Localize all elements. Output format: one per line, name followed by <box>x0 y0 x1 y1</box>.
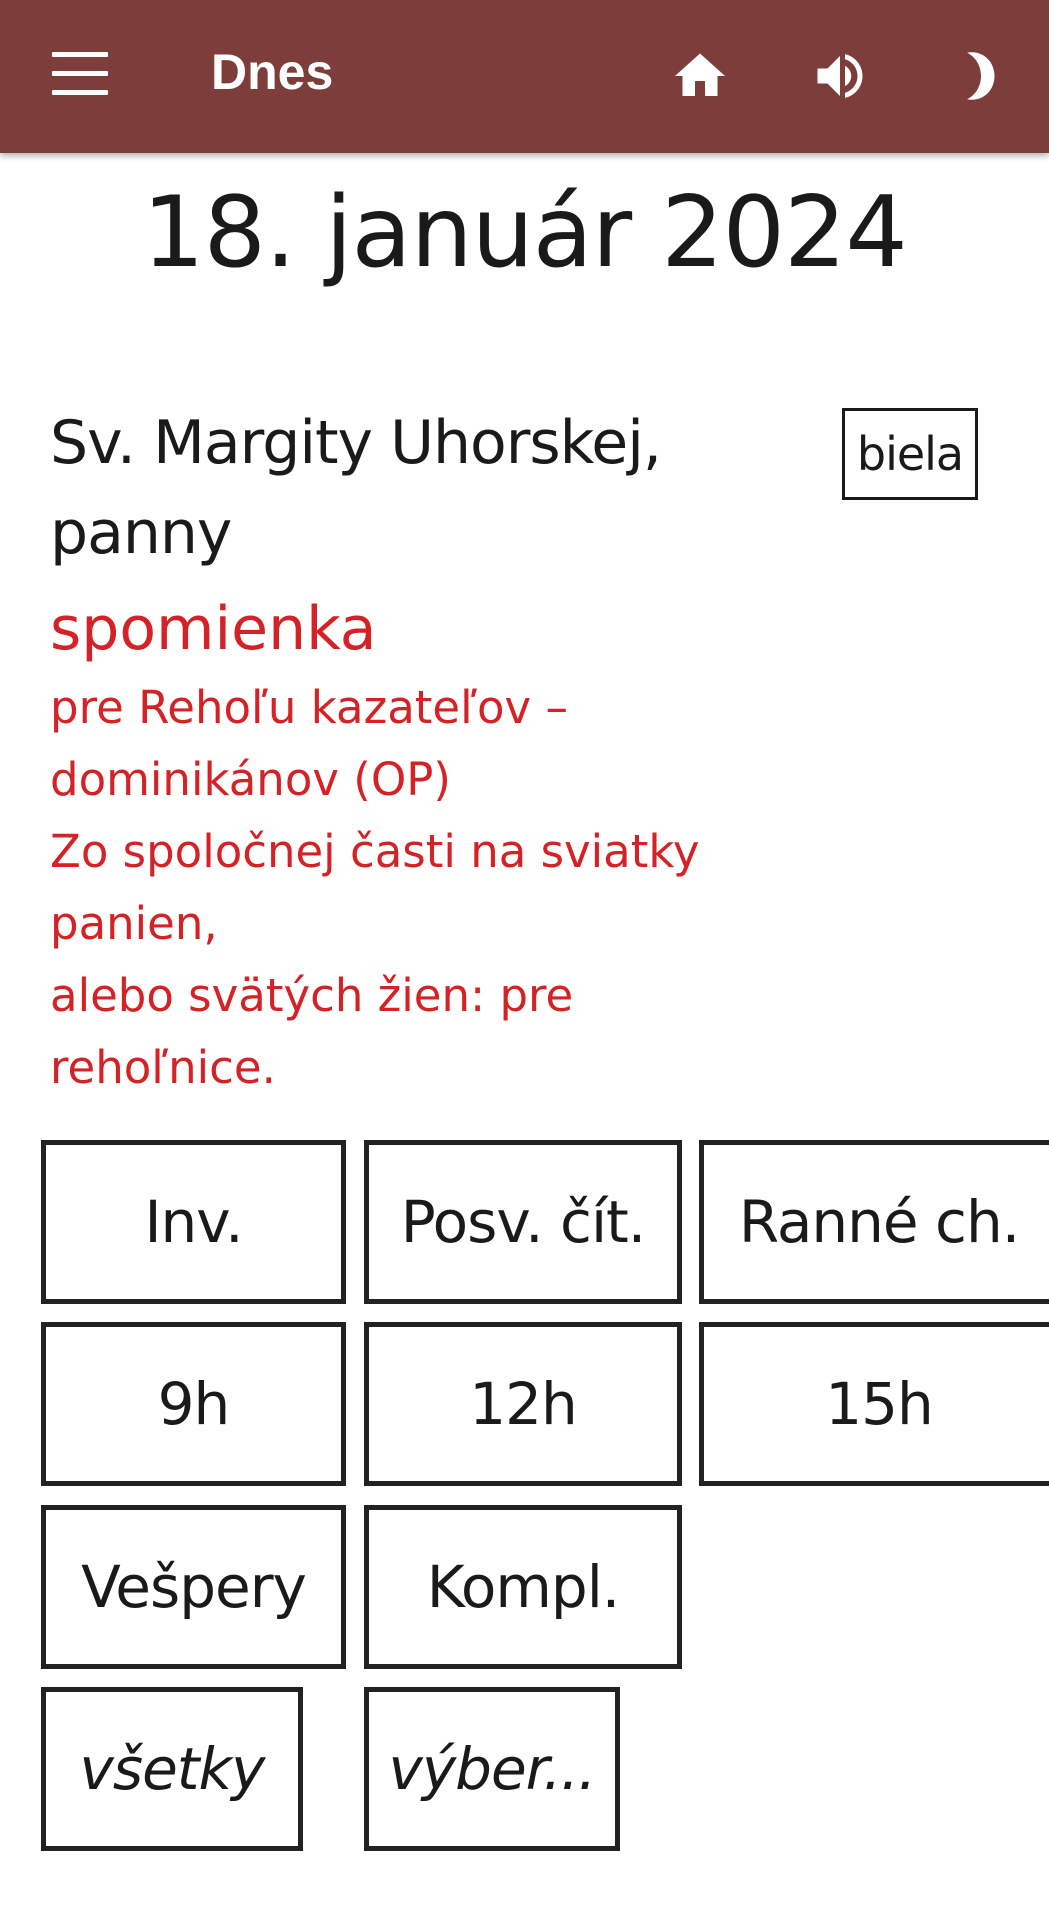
compline-button[interactable]: Kompl. <box>364 1505 682 1669</box>
liturgical-color-badge: biela <box>842 408 978 500</box>
all-hours-button[interactable]: všetky <box>41 1687 303 1851</box>
celebration-note: panien, <box>50 897 218 950</box>
celebration-note: pre Rehoľu kazateľov – <box>50 681 568 734</box>
select-hours-button[interactable]: výber... <box>364 1687 620 1851</box>
vespers-button[interactable]: Vešpery <box>41 1505 346 1669</box>
morning-prayer-button[interactable]: Ranné ch. <box>699 1140 1049 1304</box>
celebration-note: rehoľnice. <box>50 1041 276 1094</box>
office-of-readings-button[interactable]: Posv. čít. <box>364 1140 682 1304</box>
app-bar-title: Dnes <box>211 44 334 100</box>
volume-icon[interactable] <box>810 46 870 106</box>
app-bar: Dnes <box>0 0 1049 153</box>
night-mode-icon[interactable] <box>952 46 1012 106</box>
celebration-note: dominikánov (OP) <box>50 753 451 806</box>
menu-icon[interactable] <box>52 52 108 96</box>
celebration-note: Zo spoločnej časti na sviatky <box>50 825 700 878</box>
invitatory-button[interactable]: Inv. <box>41 1140 346 1304</box>
celebration-title-line1: Sv. Margity Uhorskej, <box>50 408 662 478</box>
celebration-notes: pre Rehoľu kazateľov – dominikánov (OP) … <box>50 672 810 1104</box>
celebration-title: Sv. Margity Uhorskej, panny <box>50 398 790 578</box>
midafternoon-prayer-button[interactable]: 15h <box>699 1322 1049 1486</box>
celebration-note: alebo svätých žien: pre <box>50 969 574 1022</box>
celebration-rank: spomienka <box>50 594 377 664</box>
celebration-title-line2: panny <box>50 498 232 568</box>
midday-prayer-button[interactable]: 12h <box>364 1322 682 1486</box>
midmorning-prayer-button[interactable]: 9h <box>41 1322 346 1486</box>
home-icon[interactable] <box>670 46 730 106</box>
date-title: 18. január 2024 <box>142 176 907 290</box>
